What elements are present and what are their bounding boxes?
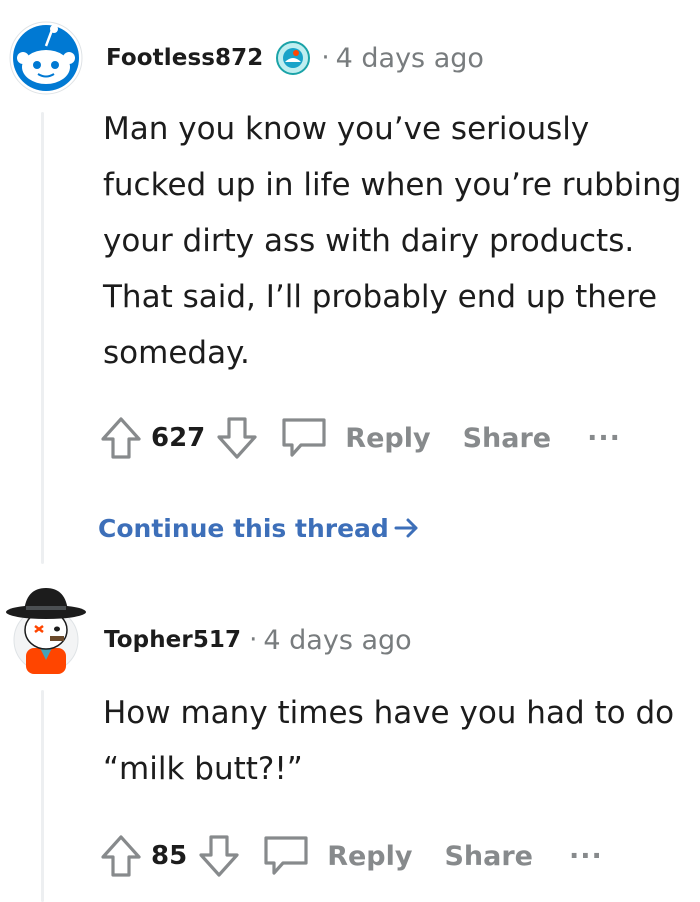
- comment-actions: 85 Reply Share ···: [99, 828, 603, 884]
- continue-thread-label: Continue this thread: [98, 513, 389, 543]
- achievement-badge-icon[interactable]: [275, 40, 311, 76]
- thread-line[interactable]: [41, 690, 44, 902]
- arrow-right-icon: [394, 518, 418, 538]
- downvote-icon[interactable]: [197, 833, 241, 879]
- share-button[interactable]: Share: [463, 423, 552, 454]
- timestamp[interactable]: 4 days ago: [336, 43, 484, 74]
- reply-button[interactable]: Reply: [261, 833, 412, 879]
- snoo-cowboy-avatar-icon[interactable]: [4, 574, 88, 674]
- thread-line[interactable]: [41, 112, 44, 564]
- username[interactable]: Topher517: [104, 627, 241, 653]
- comment-header: Footless872 · 4 days ago: [106, 38, 484, 78]
- more-options-button[interactable]: ···: [569, 841, 603, 872]
- comment-header: Topher517 · 4 days ago: [104, 620, 412, 660]
- reddit-snoo-avatar-icon[interactable]: [8, 20, 84, 96]
- separator: ·: [249, 625, 258, 655]
- reply-button[interactable]: Reply: [279, 415, 431, 461]
- share-button[interactable]: Share: [444, 841, 533, 872]
- vote-count: 85: [151, 841, 188, 871]
- upvote-icon[interactable]: [99, 415, 143, 461]
- comment-body: Man you know you’ve seriously fucked up …: [103, 111, 682, 371]
- reply-label: Reply: [345, 422, 431, 454]
- separator: ·: [321, 43, 330, 73]
- comment-bubble-icon: [264, 836, 308, 875]
- more-options-button[interactable]: ···: [587, 423, 621, 454]
- timestamp[interactable]: 4 days ago: [263, 625, 411, 656]
- username[interactable]: Footless872: [106, 45, 263, 71]
- comment-bubble-icon: [282, 418, 326, 457]
- comment-actions: 627 Reply Share ···: [99, 410, 621, 466]
- vote-count: 627: [151, 423, 206, 453]
- continue-thread-link[interactable]: Continue this thread: [98, 510, 421, 546]
- downvote-icon[interactable]: [215, 415, 259, 461]
- comment-body: How many times have you had to do “milk …: [103, 695, 675, 787]
- reply-label: Reply: [327, 840, 413, 872]
- upvote-icon[interactable]: [99, 833, 143, 879]
